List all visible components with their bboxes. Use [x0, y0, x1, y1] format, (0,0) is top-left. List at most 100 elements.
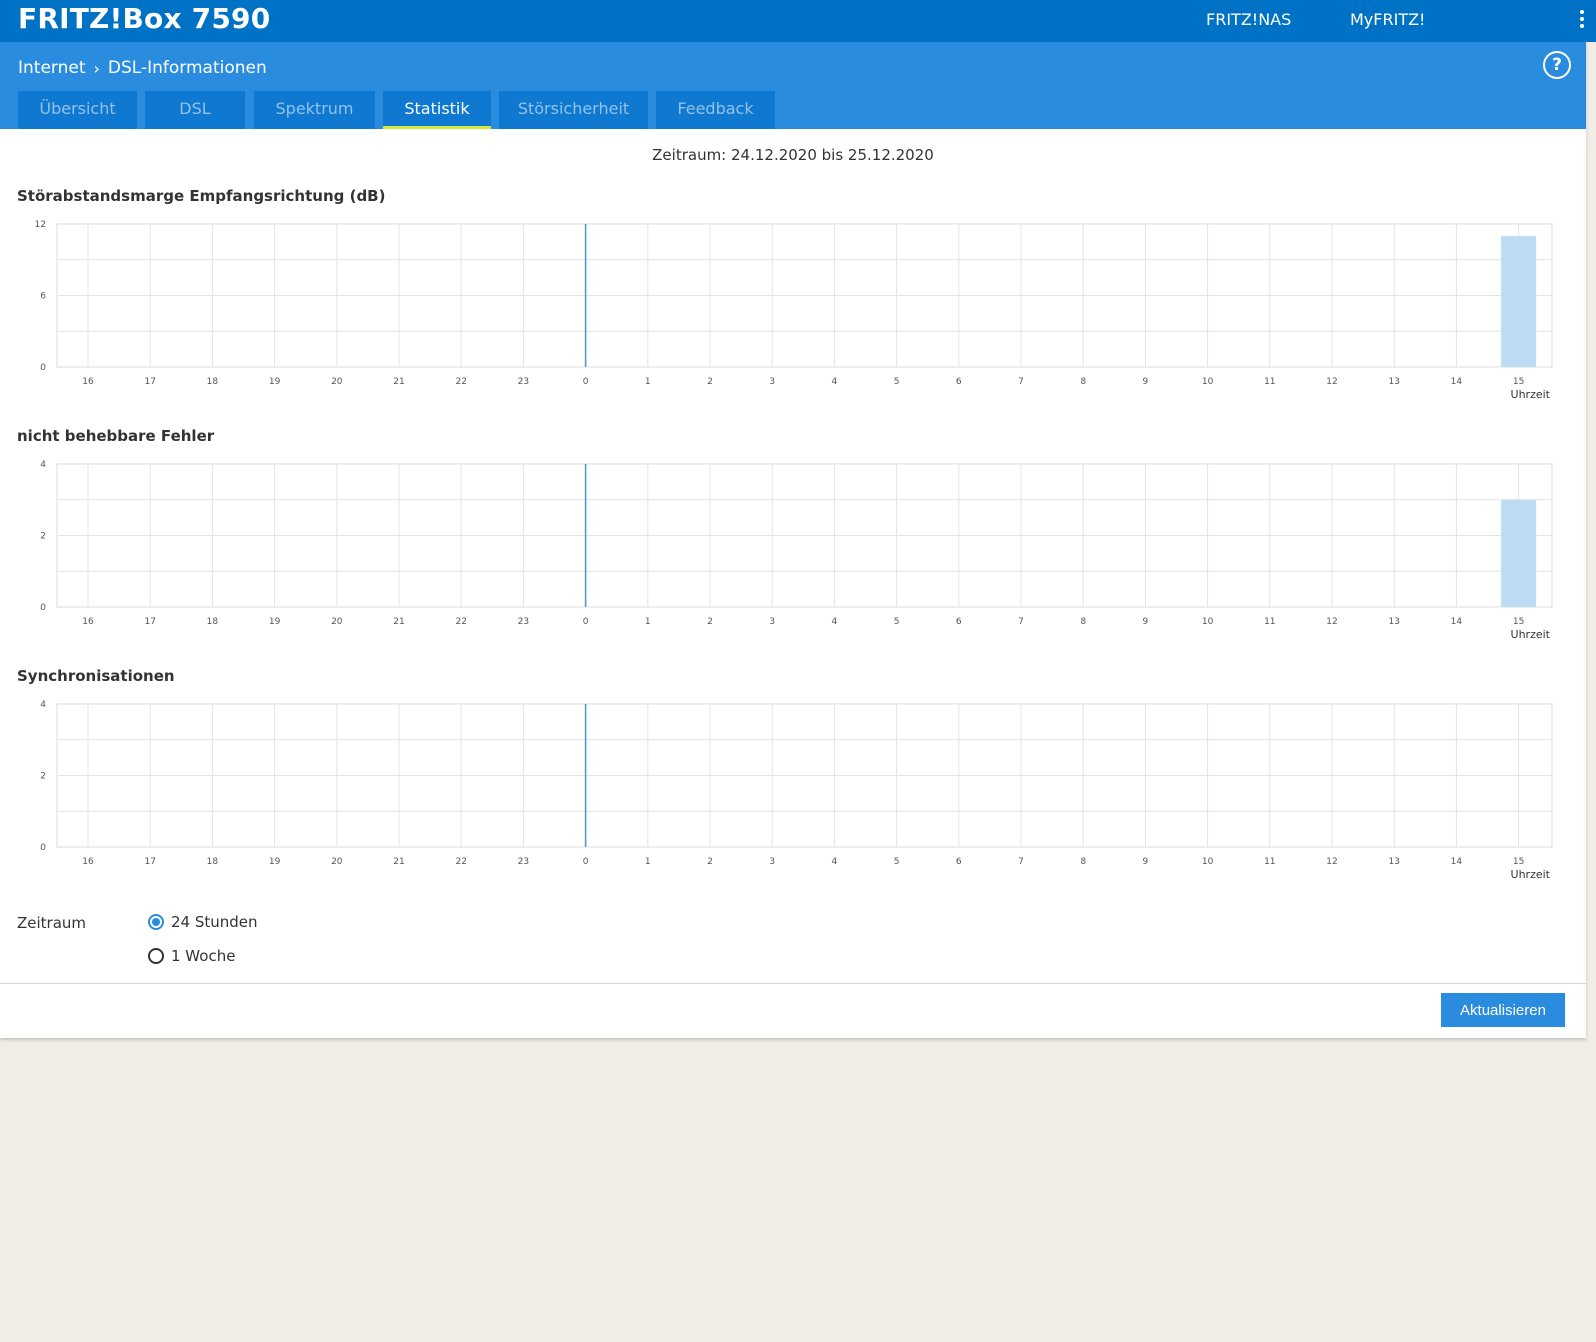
x-tick-label: 3: [769, 377, 775, 387]
chart-snr-margin: 061216 17 18 19 20 21 22 23 0 1 2 3 4 5 6 7 8 9 10 11 12 13 14…: [35, 220, 1553, 401]
x-tick-label: 18: [207, 617, 219, 627]
x-tick-label: 20: [331, 377, 343, 387]
x-tick-label: 7: [1018, 377, 1024, 387]
x-tick-label: 15: [1513, 377, 1524, 387]
x-tick-label: 13: [1388, 617, 1399, 627]
x-tick-label: 12: [1326, 617, 1337, 627]
x-tick-label: 9: [1143, 617, 1149, 627]
x-tick-label: 1: [645, 617, 651, 627]
x-tick-label: 6: [956, 617, 962, 627]
chart-uncorrectable-errors: 02416 17 18 19 20 21 22 23 0 1 2 3 4 5 6 7 8 9 10 11 12 13 14 1…: [40, 460, 1553, 641]
y-tick-label: 0: [40, 603, 46, 613]
x-tick-label: 5: [894, 617, 900, 627]
x-tick-label: 11: [1264, 617, 1275, 627]
x-tick-label: 10: [1202, 617, 1214, 627]
radio-24-stunden[interactable]: 24 Stunden: [148, 913, 258, 931]
radio-button-selected[interactable]: [148, 914, 164, 930]
x-tick-label: 0: [583, 377, 589, 387]
radio-label-1-woche[interactable]: 1 Woche: [171, 947, 235, 965]
x-tick-label: 10: [1202, 377, 1214, 387]
y-tick-label: 4: [40, 700, 46, 710]
chart-title-synchronisations: Synchronisationen: [17, 667, 175, 685]
breadcrumb-internet[interactable]: Internet: [18, 58, 86, 78]
x-tick-label: 23: [518, 857, 529, 867]
x-tick-label: 21: [393, 857, 404, 867]
x-tick-label: 15: [1513, 857, 1524, 867]
y-tick-label: 4: [40, 460, 46, 470]
y-tick-label: 0: [40, 363, 46, 373]
x-axis-label: Uhrzeit: [1511, 868, 1551, 881]
aktualisieren-button[interactable]: Aktualisieren: [1441, 993, 1565, 1027]
x-tick-label: 3: [769, 857, 775, 867]
x-tick-label: 22: [455, 377, 466, 387]
x-tick-label: 13: [1388, 377, 1399, 387]
x-tick-label: 1: [645, 377, 651, 387]
x-tick-label: 17: [144, 857, 155, 867]
x-tick-label: 18: [207, 857, 219, 867]
y-tick-label: 2: [40, 772, 46, 782]
help-icon[interactable]: ?: [1543, 51, 1571, 79]
tab-dsl[interactable]: DSL: [145, 91, 245, 129]
x-tick-label: 2: [707, 617, 713, 627]
breadcrumb-dsl-informationen: DSL-Informationen: [107, 58, 267, 78]
myfritz-link[interactable]: MyFRITZ!: [1350, 10, 1425, 29]
brand-title[interactable]: FRITZ!Box 7590: [18, 2, 270, 35]
x-tick-label: 2: [707, 857, 713, 867]
tab-spektrum[interactable]: Spektrum: [254, 91, 375, 129]
x-tick-label: 4: [832, 857, 838, 867]
chevron-right-icon: ›: [93, 58, 100, 78]
x-tick-label: 12: [1326, 857, 1337, 867]
x-tick-label: 14: [1451, 857, 1463, 867]
x-tick-label: 12: [1326, 377, 1337, 387]
fritz-nas-link[interactable]: FRITZ!NAS: [1206, 10, 1291, 29]
x-tick-label: 19: [269, 377, 281, 387]
x-tick-label: 7: [1018, 617, 1024, 627]
chart-title-snr-margin: Störabstandsmarge Empfangsrichtung (dB): [17, 187, 386, 205]
x-tick-label: 18: [207, 377, 219, 387]
zeitraum-label: Zeitraum: [17, 914, 87, 932]
x-tick-label: 9: [1143, 857, 1149, 867]
tab-statistik[interactable]: Statistik: [383, 91, 491, 129]
radio-label-24-stunden[interactable]: 24 Stunden: [171, 913, 258, 931]
x-tick-label: 13: [1388, 857, 1399, 867]
radio-button-unselected[interactable]: [148, 948, 164, 964]
x-tick-label: 16: [82, 377, 94, 387]
x-tick-label: 23: [518, 377, 529, 387]
x-tick-label: 22: [455, 857, 466, 867]
y-tick-label: 0: [40, 843, 46, 853]
x-tick-label: 19: [269, 617, 281, 627]
tab-uebersicht[interactable]: Übersicht: [18, 91, 137, 129]
x-tick-label: 0: [583, 857, 589, 867]
radio-1-woche[interactable]: 1 Woche: [148, 947, 235, 965]
x-tick-label: 3: [769, 617, 775, 627]
x-axis-label: Uhrzeit: [1511, 628, 1551, 641]
chart-title-uncorrectable-errors: nicht behebbare Fehler: [17, 427, 215, 445]
footer-divider: [0, 983, 1586, 984]
x-tick-label: 23: [518, 617, 529, 627]
x-tick-label: 11: [1264, 857, 1275, 867]
x-tick-label: 14: [1451, 377, 1463, 387]
x-tick-label: 17: [144, 617, 155, 627]
x-tick-label: 21: [393, 617, 404, 627]
sub-header: Internet › DSL-Informationen ? Übersicht…: [0, 42, 1586, 129]
more-menu-icon[interactable]: [1580, 10, 1585, 31]
y-tick-label: 6: [40, 292, 46, 302]
breadcrumb: Internet › DSL-Informationen: [18, 58, 267, 78]
x-tick-label: 6: [956, 857, 962, 867]
x-tick-label: 9: [1143, 377, 1149, 387]
x-tick-label: 1: [645, 857, 651, 867]
x-tick-label: 22: [455, 617, 466, 627]
x-tick-label: 10: [1202, 857, 1214, 867]
x-tick-label: 20: [331, 617, 343, 627]
x-tick-label: 5: [894, 857, 900, 867]
x-tick-label: 4: [832, 377, 838, 387]
tab-feedback[interactable]: Feedback: [656, 91, 775, 129]
x-tick-label: 17: [144, 377, 155, 387]
x-tick-label: 5: [894, 377, 900, 387]
x-tick-label: 11: [1264, 377, 1275, 387]
x-tick-label: 8: [1080, 377, 1086, 387]
x-tick-label: 16: [82, 857, 94, 867]
tab-stoersicherheit[interactable]: Störsicherheit: [499, 91, 648, 129]
x-tick-label: 19: [269, 857, 281, 867]
y-tick-label: 12: [35, 220, 46, 230]
